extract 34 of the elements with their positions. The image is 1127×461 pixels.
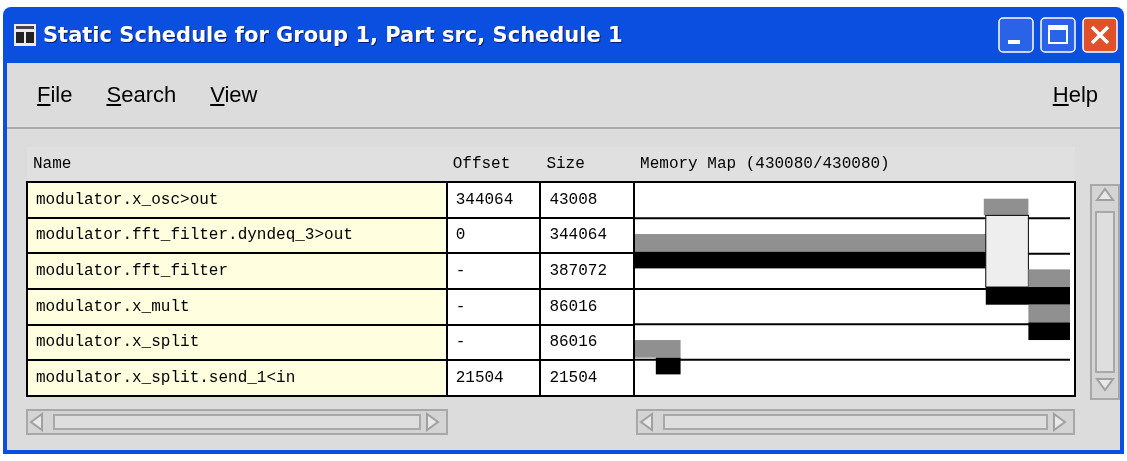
column-header: Name (27, 147, 447, 182)
offset-cell: 344064 (446, 182, 541, 218)
horizontal-scrollbar[interactable] (26, 409, 448, 435)
column-header: Offset (446, 147, 541, 182)
name-cell: modulator.x_mult (27, 288, 447, 325)
offset-cell: - (446, 324, 541, 361)
name-cell: modulator.x_split.send_1<in (27, 360, 447, 396)
size-cell: 21504 (540, 360, 635, 396)
size-cell: 344064 (540, 217, 635, 254)
menu-item[interactable]: View (210, 82, 258, 108)
size-cell: 387072 (540, 253, 635, 289)
name-cell: modulator.fft_filter.dyndeq_3>out (27, 217, 447, 254)
size-cell: 86016 (540, 324, 635, 361)
window-title: Static Schedule for Group 1, Part src, Schedule 1 (43, 23, 624, 47)
menu-item[interactable]: Search (106, 82, 177, 108)
help-menu[interactable]: Help (1052, 82, 1098, 108)
maximize-button[interactable] (1040, 17, 1076, 53)
name-cell: modulator.fft_filter (27, 253, 447, 289)
vertical-scrollbar[interactable] (1090, 184, 1120, 400)
column-header: Size (540, 147, 635, 182)
offset-cell: - (446, 253, 541, 289)
column-header: Memory Map (430080/430080) (634, 147, 1076, 182)
size-cell: 86016 (540, 288, 635, 325)
menu-item[interactable]: File (37, 82, 73, 108)
minimize-button[interactable] (998, 17, 1034, 53)
name-cell: modulator.x_split (27, 324, 447, 361)
app-icon (13, 23, 37, 47)
name-cell: modulator.x_osc>out (27, 182, 447, 218)
offset-cell: 0 (446, 217, 541, 254)
horizontal-scrollbar[interactable] (636, 409, 1075, 435)
offset-cell: 21504 (446, 360, 541, 396)
size-cell: 43008 (540, 182, 635, 218)
offset-cell: - (446, 288, 541, 325)
close-button[interactable] (1082, 17, 1118, 53)
